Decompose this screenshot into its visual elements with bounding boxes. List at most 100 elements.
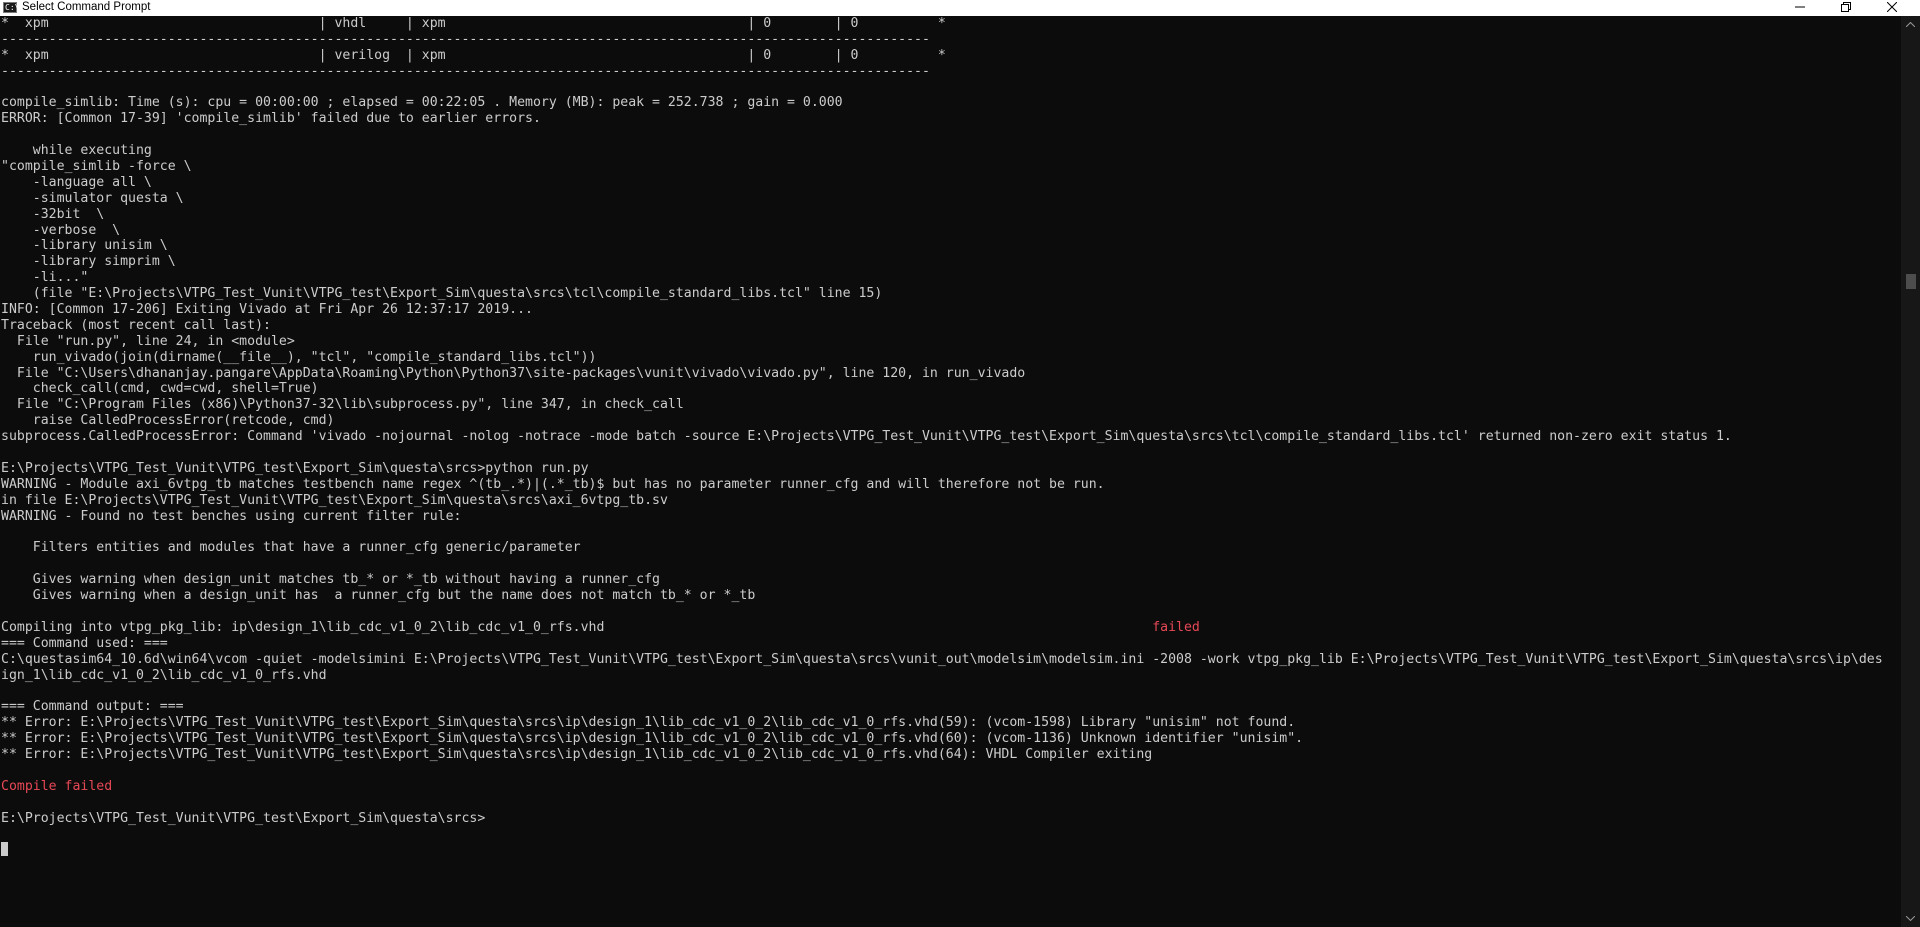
console-line-text: E:\Projects\VTPG_Test_Vunit\VTPG_test\Ex… [1,810,486,826]
console-line: ** Error: E:\Projects\VTPG_Test_Vunit\VT… [1,731,1901,747]
console-line-text: ERROR: [Common 17-39] 'compile_simlib' f… [1,111,541,127]
console-line: ----------------------------------------… [1,32,1901,48]
console-line: while executing [1,143,1901,159]
input-line [1,842,1901,858]
console-line: File "C:\Program Files (x86)\Python37-32… [1,397,1901,413]
console-line-text: compile_simlib: Time (s): cpu = 00:00:00… [1,95,843,111]
console-line-text: check_call(cmd, cwd=cwd, shell=True) [1,381,319,397]
console-line-text: -32bit \ [1,206,105,222]
minimize-icon [1795,6,1805,8]
console-line-text: === Command used: === [1,635,168,651]
console-line-text: Compiling into vtpg_pkg_lib: ip\design_1… [1,619,1153,635]
console-line: C:\questasim64_10.6d\win64\vcom -quiet -… [1,652,1901,668]
cmd-icon: C:\ [3,2,19,13]
console-line: * xpm | vhdl | xpm | 0 | 0 * [1,16,1901,32]
console-line-text: Gives warning when design_unit matches t… [1,572,660,588]
minimize-button[interactable] [1777,0,1823,14]
console-line: in file E:\Projects\VTPG_Test_Vunit\VTPG… [1,493,1901,509]
console-line-text: -library unisim \ [1,238,168,254]
console-line-text: -li..." [1,270,89,286]
console-line: ----------------------------------------… [1,64,1901,80]
scroll-up-button[interactable] [1901,16,1920,33]
console-line-text: File "run.py", line 24, in <module> [1,333,295,349]
console-line-text: Filters entities and modules that have a… [1,540,581,556]
console-line: Filters entities and modules that have a… [1,540,1901,556]
console-line: INFO: [Common 17-206] Exiting Vivado at … [1,302,1901,318]
vertical-scrollbar[interactable] [1901,16,1920,927]
console-line: run_vivado(join(dirname(__file__), "tcl"… [1,350,1901,366]
console-text: * xpm | vhdl | xpm | 0 | 0 * ------------… [0,16,1901,858]
console-line-text: Compile failed [1,778,113,794]
console-line: check_call(cmd, cwd=cwd, shell=True) [1,381,1901,397]
console-line: === Command used: === [1,636,1901,652]
chevron-up-icon [1906,22,1915,27]
console-line: raise CalledProcessError(retcode, cmd) [1,413,1901,429]
console-line: E:\Projects\VTPG_Test_Vunit\VTPG_test\Ex… [1,811,1901,827]
console-line-text: === Command output: === [1,699,184,715]
console-line-text: -language all \ [1,174,152,190]
console-line: ign_1\lib_cdc_v1_0_2\lib_cdc_v1_0_rfs.vh… [1,668,1901,684]
console-line-text: * xpm | verilog | xpm | 0 | 0 * [1,47,946,63]
console-output-area[interactable]: * xpm | vhdl | xpm | 0 | 0 * ------------… [0,16,1901,927]
console-line: ** Error: E:\Projects\VTPG_Test_Vunit\VT… [1,715,1901,731]
console-line: WARNING - Found no test benches using cu… [1,509,1901,525]
console-line-text: run_vivado(join(dirname(__file__), "tcl"… [1,349,597,365]
console-line-text: subprocess.CalledProcessError: Command '… [1,429,1732,445]
console-line-text: while executing [1,143,152,159]
console-line: Compiling into vtpg_pkg_lib: ip\design_1… [1,620,1901,636]
console-line: -simulator questa \ [1,191,1901,207]
console-line: WARNING - Module axi_6vtpg_tb matches te… [1,477,1901,493]
console-line-text: C:\questasim64_10.6d\win64\vcom -quiet -… [1,651,1883,667]
console-line-text: in file E:\Projects\VTPG_Test_Vunit\VTPG… [1,492,668,508]
console-line: Gives warning when design_unit matches t… [1,572,1901,588]
console-line: "compile_simlib -force \ [1,159,1901,175]
console-line: * xpm | verilog | xpm | 0 | 0 * [1,48,1901,64]
console-line: File "C:\Users\dhananjay.pangare\AppData… [1,366,1901,382]
console-line-text: File "C:\Program Files (x86)\Python37-32… [1,397,684,413]
console-line-text: Traceback (most recent call last): [1,317,271,333]
console-line-text: ----------------------------------------… [1,63,930,79]
console-line: File "run.py", line 24, in <module> [1,334,1901,350]
command-prompt-window: C:\ Select Command Prompt * xpm | vhdl |… [0,0,1920,927]
console-line: Traceback (most recent call last): [1,318,1901,334]
console-line-text: ----------------------------------------… [1,31,930,47]
console-line-text: E:\Projects\VTPG_Test_Vunit\VTPG_test\Ex… [1,460,589,476]
console-line: === Command output: === [1,699,1901,715]
console-line: -library simprim \ [1,254,1901,270]
console-line: -li..." [1,270,1901,286]
console-line: -library unisim \ [1,238,1901,254]
console-line: -language all \ [1,175,1901,191]
console-line: -verbose \ [1,223,1901,239]
scroll-down-button[interactable] [1901,910,1920,927]
title-bar[interactable]: C:\ Select Command Prompt [0,0,1920,16]
console-line-text: -library simprim \ [1,254,176,270]
console-line: subprocess.CalledProcessError: Command '… [1,429,1901,445]
console-line: -32bit \ [1,207,1901,223]
console-line: E:\Projects\VTPG_Test_Vunit\VTPG_test\Ex… [1,461,1901,477]
console-line: compile_simlib: Time (s): cpu = 00:00:00… [1,95,1901,111]
scrollbar-thumb[interactable] [1906,274,1916,289]
console-line-text: -simulator questa \ [1,190,184,206]
console-line: ** Error: E:\Projects\VTPG_Test_Vunit\VT… [1,747,1901,763]
restore-button[interactable] [1823,0,1869,14]
chevron-down-icon [1906,916,1915,921]
console-line-text: "compile_simlib -force \ [1,159,192,175]
console-line-text: ign_1\lib_cdc_v1_0_2\lib_cdc_v1_0_rfs.vh… [1,667,327,683]
console-line-text: -verbose \ [1,222,121,238]
console-line: (file "E:\Projects\VTPG_Test_Vunit\VTPG_… [1,286,1901,302]
restore-icon [1841,2,1851,12]
close-button[interactable] [1869,0,1915,14]
console-line: Compile failed [1,779,1901,795]
window-title: Select Command Prompt [22,1,151,13]
status-failed: failed [1152,619,1200,635]
console-line-text: (file "E:\Projects\VTPG_Test_Vunit\VTPG_… [1,286,883,302]
